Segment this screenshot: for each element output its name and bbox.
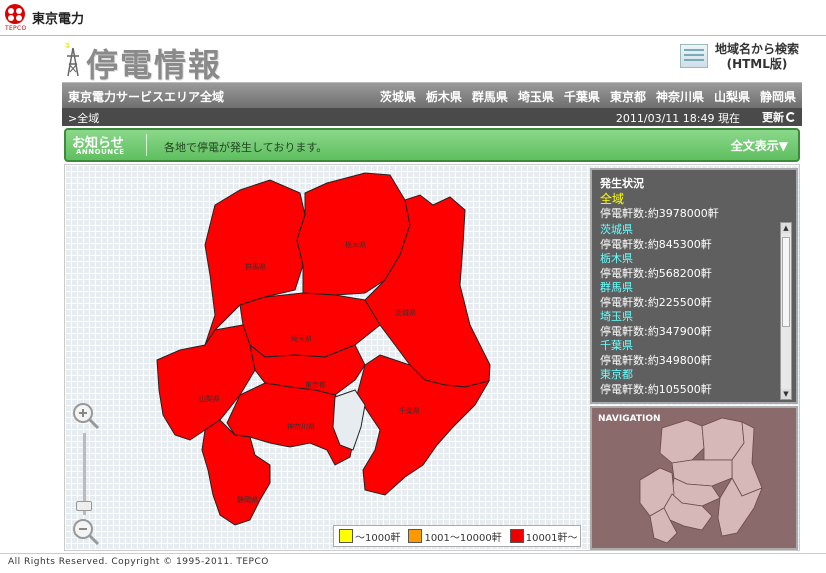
scroll-down-icon[interactable]: ▼ <box>781 389 791 399</box>
minimap-svg[interactable] <box>592 408 796 548</box>
zoom-out-icon[interactable] <box>71 517 101 547</box>
map-legend: ～1000軒 1001～10000軒 10001軒～ <box>333 525 581 547</box>
status-region-name[interactable]: 千葉県 <box>600 339 776 354</box>
status-list[interactable]: 全域 停電軒数:約3978000軒 茨城県 停電軒数:約845300軒 栃木県 … <box>600 192 776 400</box>
map-label-tochigi: 栃木県 <box>345 240 366 249</box>
search-thumbnail-icon <box>680 44 708 68</box>
brand-name[interactable]: 東京電力 <box>32 8 84 27</box>
navigation-minimap[interactable]: NAVIGATION <box>590 406 798 550</box>
refresh-icon <box>786 112 796 122</box>
prefecture-list: 茨城県 栃木県 群馬県 埼玉県 千葉県 東京都 神奈川県 山梨県 静岡県 <box>380 88 796 105</box>
region-search-link[interactable]: 地域名から検索 (HTML版) <box>680 42 802 76</box>
legend-swatch-mid <box>408 529 423 543</box>
pref-link-gunma[interactable]: 群馬県 <box>472 88 508 105</box>
show-fulltext-button[interactable]: 全文表示▼ <box>731 137 788 154</box>
status-outage-count: 停電軒数:約845300軒 <box>600 237 712 251</box>
status-outage-count: 停電軒数:約3978000軒 <box>600 206 719 220</box>
map-label-gunma: 群馬県 <box>245 262 266 271</box>
status-region-name[interactable]: 茨城県 <box>600 223 776 238</box>
status-outage-count: 停電軒数:約225500軒 <box>600 295 712 309</box>
status-region-name[interactable]: 群馬県 <box>600 281 776 296</box>
pref-link-yamanashi[interactable]: 山梨県 <box>714 88 750 105</box>
map-label-chiba: 千葉県 <box>399 406 420 415</box>
service-area-link[interactable]: 東京電力サービスエリア全域 <box>68 88 224 105</box>
status-scrollbar[interactable]: ▲ ▼ <box>780 222 792 400</box>
scroll-thumb[interactable] <box>782 237 790 327</box>
pref-link-shizuoka[interactable]: 静岡県 <box>760 88 796 105</box>
map-label-tokyo: 東京都 <box>305 380 326 389</box>
pref-link-kanagawa[interactable]: 神奈川県 <box>656 88 704 105</box>
map-label-yamanashi: 山梨県 <box>199 394 220 403</box>
status-panel-title: 発生状況 <box>600 177 644 190</box>
tepco-logo-icon <box>5 4 25 24</box>
legend-item-mid: 1001～10000軒 <box>408 529 502 544</box>
announcement-bar: お知らせ ANNOUNCE 各地で停電が発生しております。 全文表示▼ <box>64 128 800 162</box>
breadcrumb[interactable]: >全域 <box>68 110 99 126</box>
legend-label-mid: 1001～10000軒 <box>424 532 502 544</box>
map-label-saitama: 埼玉県 <box>291 334 312 343</box>
status-region-name[interactable]: 東京都 <box>600 368 776 383</box>
legend-label-low: ～1000軒 <box>355 532 401 544</box>
outage-map[interactable]: 群馬県 栃木県 茨城県 埼玉県 東京都 山梨県 神奈川県 千葉県 静岡県 発生状… <box>64 164 800 551</box>
scroll-up-icon[interactable]: ▲ <box>781 223 791 233</box>
top-bar: TEPCO 東京電力 <box>0 0 826 36</box>
legend-item-low: ～1000軒 <box>339 529 400 544</box>
status-region-name[interactable]: 埼玉県 <box>600 310 776 325</box>
outage-status-panel: 発生状況 全域 停電軒数:約3978000軒 茨城県 停電軒数:約845300軒… <box>590 168 798 404</box>
legend-item-high: 10001軒～ <box>509 529 578 544</box>
region-nav-bar: 東京電力サービスエリア全域 茨城県 栃木県 群馬県 埼玉県 千葉県 東京都 神奈… <box>62 82 802 108</box>
page-title: 停電情報 <box>86 46 223 84</box>
legend-swatch-low <box>339 529 353 543</box>
region-search-label: 地域名から検索 (HTML版) <box>714 42 799 71</box>
pref-link-tochigi[interactable]: 栃木県 <box>426 88 462 105</box>
pref-link-tokyo[interactable]: 東京都 <box>610 88 646 105</box>
zoom-in-icon[interactable] <box>71 401 101 431</box>
status-outage-count: 停電軒数:約349800軒 <box>600 353 712 367</box>
announce-subtitle: ANNOUNCE <box>76 148 125 156</box>
map-label-shizuoka: 静岡県 <box>237 495 258 504</box>
brand-small: TEPCO <box>5 25 27 32</box>
refresh-button[interactable]: 更新 <box>762 109 796 125</box>
footer-divider <box>0 553 826 554</box>
pref-link-chiba[interactable]: 千葉県 <box>564 88 600 105</box>
status-outage-count: 停電軒数:約568200軒 <box>600 266 712 280</box>
breadcrumb-bar: >全域 2011/03/11 18:49 現在 更新 <box>62 108 802 126</box>
refresh-label: 更新 <box>762 111 784 124</box>
map-label-ibaraki: 茨城県 <box>395 308 416 317</box>
map-label-kanagawa: 神奈川県 <box>287 422 315 431</box>
power-tower-icon <box>64 40 79 77</box>
zoom-slider-handle[interactable] <box>76 501 92 511</box>
announce-message: 各地で停電が発生しております。 <box>164 141 328 154</box>
announce-divider <box>146 134 147 156</box>
status-outage-count: 停電軒数:約347900軒 <box>600 324 712 338</box>
map-region-saitama <box>239 292 381 358</box>
legend-label-high: 10001軒～ <box>525 532 578 544</box>
update-timestamp: 2011/03/11 18:49 現在 <box>615 112 740 125</box>
pref-link-ibaraki[interactable]: 茨城県 <box>380 88 416 105</box>
copyright-text: All Rights Reserved. Copyright © 1995-20… <box>8 557 269 567</box>
title-area: 停電情報 地域名から検索 (HTML版) <box>62 38 802 84</box>
status-region-name[interactable]: 栃木県 <box>600 252 776 267</box>
status-region-name[interactable]: 全域 <box>600 192 776 207</box>
legend-swatch-high <box>509 529 524 543</box>
pref-link-saitama[interactable]: 埼玉県 <box>518 88 554 105</box>
status-outage-count: 停電軒数:約105500軒 <box>600 382 712 396</box>
